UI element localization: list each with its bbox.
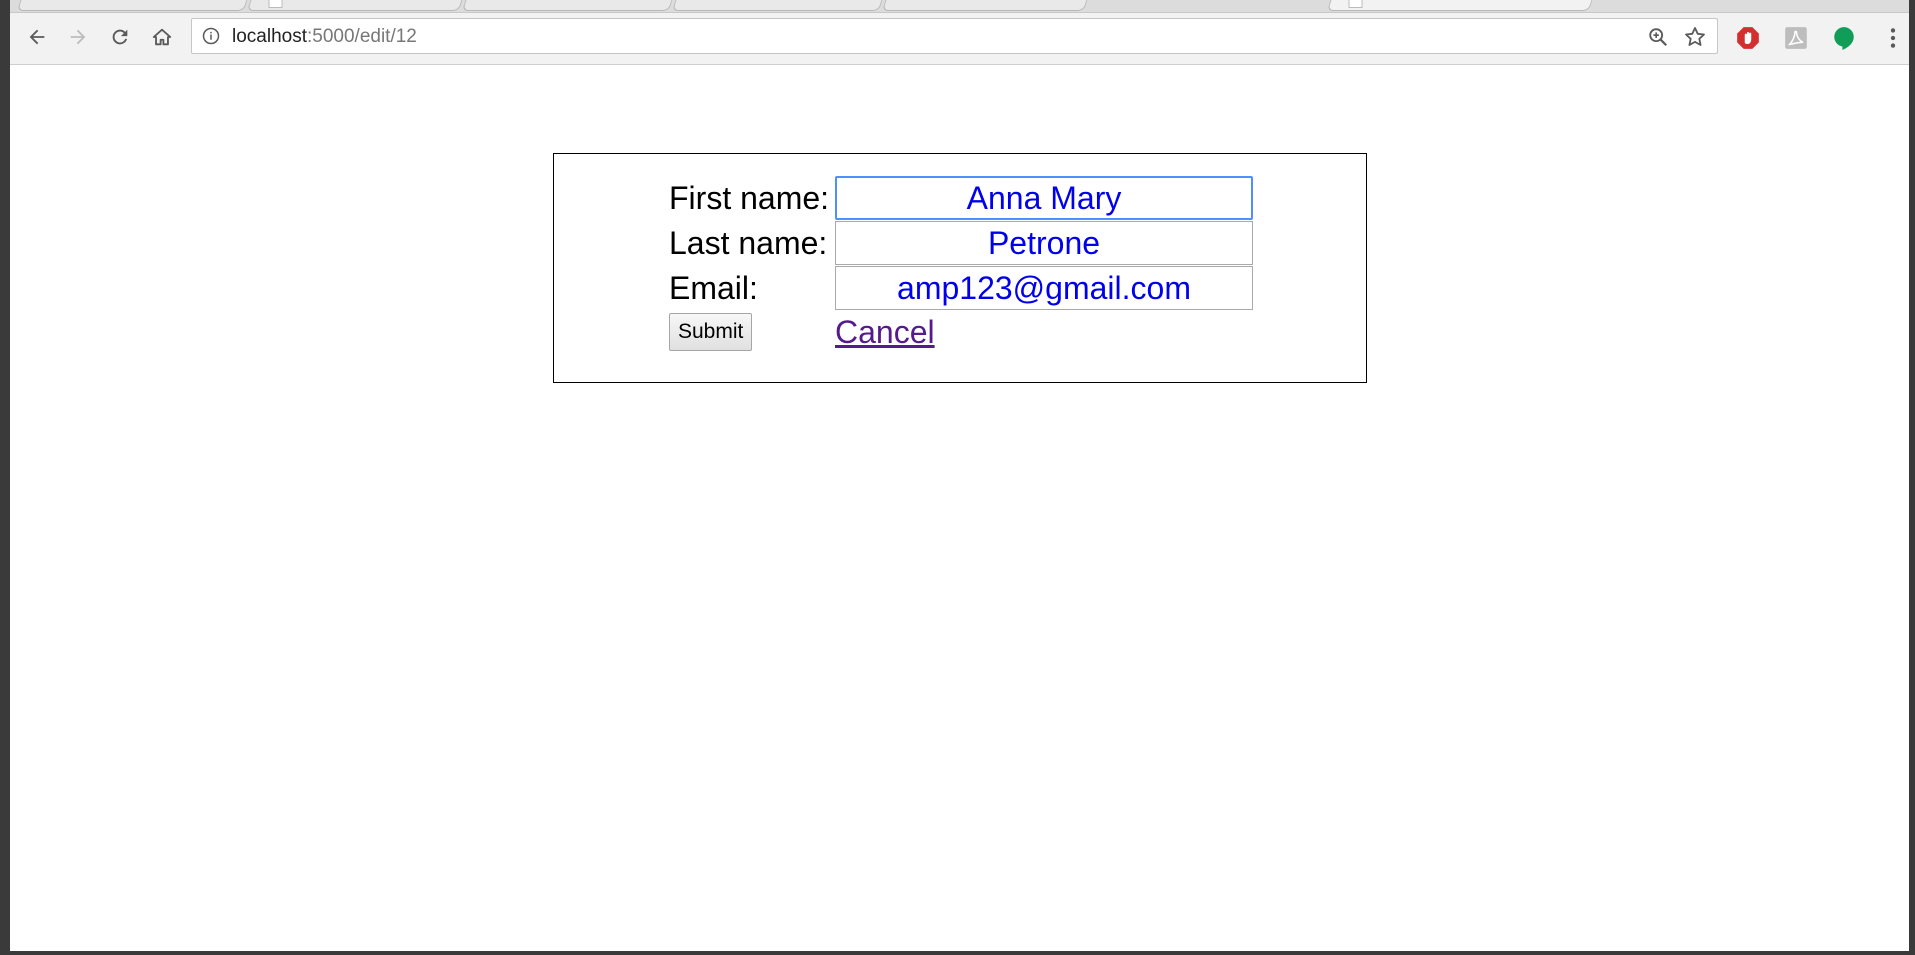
browser-tab[interactable] [461, 0, 676, 11]
last-name-label: Last name: [669, 224, 828, 261]
pdf-extension-icon [1785, 27, 1807, 49]
page-icon [1348, 0, 1363, 8]
back-button[interactable] [22, 22, 52, 52]
email-input[interactable] [835, 266, 1253, 310]
stop-extension-button[interactable] [1734, 24, 1762, 52]
last-name-input[interactable] [835, 221, 1253, 265]
actions-row: Submit Cancel [669, 310, 1269, 354]
first-name-row: First name: [669, 176, 1253, 220]
browser-tab[interactable] [671, 0, 886, 11]
reload-icon [112, 29, 128, 45]
reload-button[interactable] [105, 22, 135, 52]
chat-extension-icon [1834, 27, 1854, 50]
home-icon [152, 28, 172, 46]
browser-window: localhost:5000/edit/12 First name: Anna … [10, 0, 1909, 951]
page-content: First name: Last name: Email: Submit Can… [10, 65, 1909, 951]
email-label: Email: [669, 269, 758, 306]
url-path: :5000/edit/12 [307, 26, 417, 47]
star-icon[interactable] [1683, 25, 1707, 49]
info-icon[interactable] [202, 27, 220, 45]
browser-toolbar: localhost:5000/edit/12 [10, 13, 1909, 65]
browser-tab[interactable] [881, 0, 1091, 11]
url-host: localhost [232, 26, 307, 47]
pdf-extension-button[interactable] [1782, 24, 1810, 52]
more-menu-button[interactable] [1879, 24, 1907, 52]
email-row: Email: [669, 266, 1253, 310]
page-icon [268, 0, 283, 8]
edit-form: First name: Last name: Email: Submit Can… [553, 153, 1367, 383]
stop-extension-icon [1737, 27, 1759, 49]
first-name-input[interactable] [835, 176, 1253, 220]
first-name-label: First name: [669, 179, 830, 216]
browser-tab[interactable] [246, 0, 466, 11]
browser-tab[interactable] [16, 0, 251, 11]
back-arrow-icon [29, 29, 45, 45]
url-text[interactable]: localhost:5000/edit/12 [232, 26, 417, 48]
address-bar[interactable]: localhost:5000/edit/12 [191, 18, 1718, 54]
last-name-row: Last name: [669, 221, 1253, 265]
submit-button[interactable]: Submit [669, 313, 753, 351]
more-menu-icon [1890, 28, 1896, 48]
tab-strip [10, 0, 1909, 13]
chat-extension-button[interactable] [1830, 24, 1858, 52]
browser-tab-active[interactable] [1326, 0, 1596, 11]
forward-arrow-icon [70, 29, 86, 45]
home-button[interactable] [147, 22, 177, 52]
forward-button[interactable] [63, 22, 93, 52]
zoom-icon[interactable] [1647, 26, 1669, 48]
cancel-link[interactable]: Cancel [835, 314, 935, 351]
